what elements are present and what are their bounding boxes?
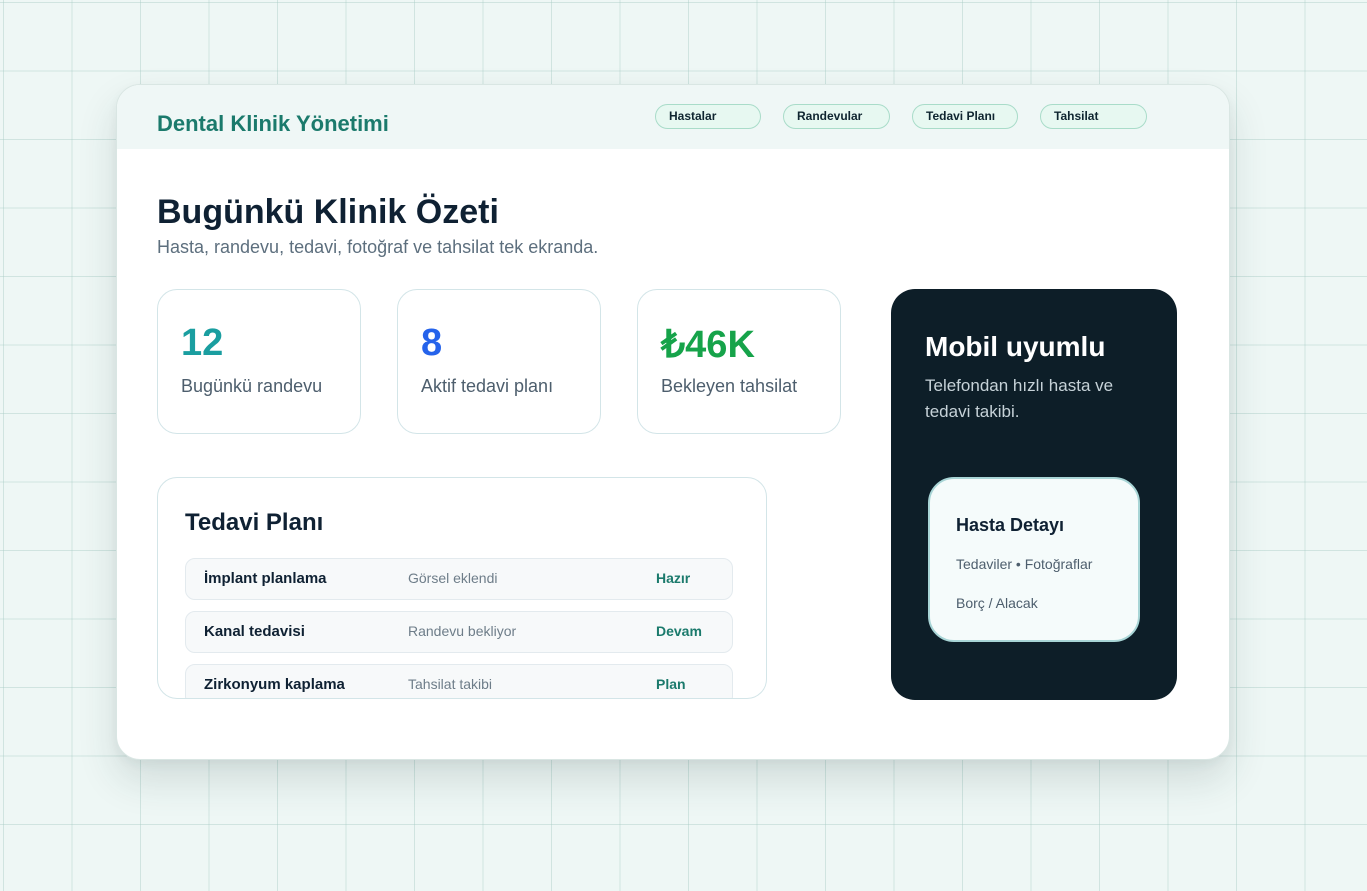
- stat-label: Bugünkü randevu: [181, 376, 323, 396]
- treatment-status: Devam: [656, 623, 702, 639]
- treatment-name: Zirkonyum kaplama: [204, 676, 345, 693]
- stat-value: 12: [181, 322, 224, 364]
- nav-appointments[interactable]: Randevular: [783, 104, 890, 129]
- treatment-status: Hazır: [656, 570, 691, 586]
- nav-treatment-plan[interactable]: Tedavi Planı: [912, 104, 1018, 129]
- mobile-promo-panel: Mobil uyumlu Telefondan hızlı hasta ve t…: [891, 289, 1177, 700]
- patient-detail-tabs: Tedaviler • Fotoğraflar: [956, 556, 1093, 572]
- treatment-note: Randevu bekliyor: [408, 623, 517, 639]
- stat-value: 8: [421, 322, 443, 364]
- patient-detail-balance: Borç / Alacak: [956, 595, 1038, 611]
- stat-card-active-plans[interactable]: 8 Aktif tedavi planı: [397, 289, 601, 434]
- treatment-note: Tahsilat takibi: [408, 676, 493, 692]
- mobile-title: Mobil uyumlu: [925, 331, 1106, 362]
- stat-label: Aktif tedavi planı: [421, 376, 554, 396]
- treatment-row[interactable]: Zirkonyum kaplama Tahsilat takibi Plan: [185, 664, 733, 698]
- patient-detail-card[interactable]: Hasta Detayı Tedaviler • Fotoğraflar Bor…: [928, 477, 1140, 642]
- treatment-status: Plan: [656, 676, 686, 692]
- page-subtitle: Hasta, randevu, tedavi, fotoğraf ve tahs…: [157, 237, 599, 257]
- mobile-description: Telefondan hızlı hasta ve tedavi takibi.: [925, 376, 1114, 421]
- app-window: Dental Klinik Yönetimi Hastalar Randevul…: [116, 84, 1230, 760]
- stat-card-pending-collections[interactable]: ₺46K Bekleyen tahsilat: [637, 289, 841, 434]
- treatment-name: Kanal tedavisi: [204, 623, 305, 640]
- treatment-row[interactable]: İmplant planlama Görsel eklendi Hazır: [185, 558, 733, 600]
- stat-value: ₺46K: [661, 324, 755, 366]
- treatment-note: Görsel eklendi: [408, 570, 498, 586]
- treatment-plan-title: Tedavi Planı: [185, 509, 324, 536]
- treatment-row[interactable]: Kanal tedavisi Randevu bekliyor Devam: [185, 611, 733, 653]
- page-title: Bugünkü Klinik Özeti: [157, 193, 499, 231]
- top-bar: Dental Klinik Yönetimi Hastalar Randevul…: [117, 85, 1229, 149]
- nav-patients[interactable]: Hastalar: [655, 104, 761, 129]
- stat-label: Bekleyen tahsilat: [661, 376, 798, 396]
- treatment-name: İmplant planlama: [204, 570, 327, 587]
- app-title: Dental Klinik Yönetimi: [157, 111, 389, 136]
- stat-card-appointments[interactable]: 12 Bugünkü randevu: [157, 289, 361, 434]
- nav-collections[interactable]: Tahsilat: [1040, 104, 1147, 129]
- patient-detail-title: Hasta Detayı: [956, 515, 1065, 535]
- treatment-plan-card: Tedavi Planı İmplant planlama Görsel ekl…: [157, 477, 767, 699]
